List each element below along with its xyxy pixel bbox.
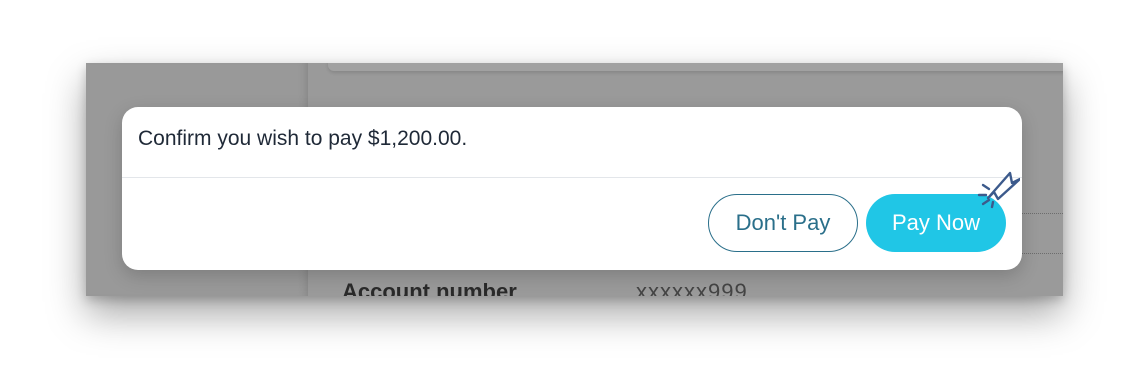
dialog-message: Confirm you wish to pay $1,200.00. — [138, 127, 468, 150]
stage: Account number xxxxxx999 Confirm you wis… — [0, 0, 1127, 382]
account-number-value: xxxxxx999 — [636, 279, 748, 296]
dialog-divider — [122, 177, 1022, 178]
click-cursor-icon — [977, 171, 1020, 209]
top-card-edge — [328, 63, 1063, 71]
dont-pay-button[interactable]: Don't Pay — [708, 194, 858, 252]
confirm-payment-dialog: Confirm you wish to pay $1,200.00. Don't… — [122, 107, 1022, 270]
account-number-label: Account number — [342, 279, 517, 296]
